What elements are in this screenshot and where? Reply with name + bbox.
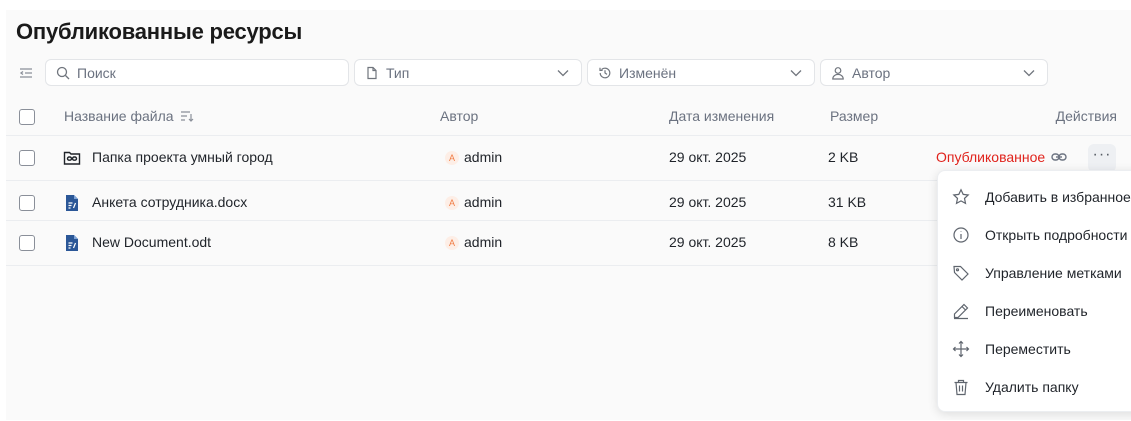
search-placeholder: Поиск xyxy=(77,64,116,81)
collapse-sidebar-icon[interactable] xyxy=(18,65,34,81)
tag-icon xyxy=(953,265,969,281)
more-actions-button[interactable]: ··· xyxy=(1088,144,1116,172)
file-size: 31 KB xyxy=(828,194,867,210)
row-checkbox[interactable] xyxy=(19,195,35,211)
document-icon xyxy=(66,235,78,251)
chevron-down-icon xyxy=(790,70,802,77)
search-icon xyxy=(56,66,70,79)
published-status[interactable]: Опубликованное xyxy=(936,149,1067,165)
search-input[interactable]: Поиск xyxy=(45,59,349,86)
file-name[interactable]: New Document.odt xyxy=(92,234,211,250)
shared-folder-icon xyxy=(63,151,81,165)
column-header-modified[interactable]: Дата изменения xyxy=(669,108,774,124)
column-header-author[interactable]: Автор xyxy=(440,108,478,124)
chevron-down-icon xyxy=(557,70,569,77)
file-size: 2 KB xyxy=(828,149,859,165)
file-icon xyxy=(367,66,377,79)
menu-item-add-favorite[interactable]: Добавить в избранное xyxy=(938,178,1131,216)
chevron-down-icon xyxy=(1023,70,1035,77)
avatar: A xyxy=(445,151,459,165)
file-name[interactable]: Папка проекта умный город xyxy=(92,149,273,165)
page: Опубликованные ресурсы Поиск Тип Изменён… xyxy=(6,10,1131,420)
author-filter-label: Автор xyxy=(852,64,891,81)
row-checkbox[interactable] xyxy=(19,235,35,251)
star-icon xyxy=(952,188,970,205)
column-name-label: Название файла xyxy=(64,108,174,124)
author-filter-dropdown[interactable]: Автор xyxy=(820,59,1048,86)
author-name: admin xyxy=(464,194,503,210)
history-icon xyxy=(599,67,611,78)
menu-item-label: Переименовать xyxy=(985,303,1088,319)
column-header-size[interactable]: Размер xyxy=(830,108,878,124)
pencil-icon xyxy=(953,303,969,320)
avatar: A xyxy=(445,196,459,210)
avatar: A xyxy=(445,236,459,250)
author-name: admin xyxy=(464,234,503,250)
modified-date: 29 окт. 2025 xyxy=(669,194,747,210)
menu-item-manage-tags[interactable]: Управление метками xyxy=(938,254,1131,292)
trash-icon xyxy=(954,379,968,396)
menu-item-move[interactable]: Переместить xyxy=(938,330,1131,368)
column-header-name[interactable]: Название файла xyxy=(64,108,194,124)
type-filter-label: Тип xyxy=(386,64,410,81)
column-header-actions: Действия xyxy=(1055,108,1117,124)
select-all-checkbox[interactable] xyxy=(19,109,35,125)
table-header: Название файла Автор Дата изменения Разм… xyxy=(6,100,1131,135)
menu-item-delete-folder[interactable]: Удалить папку xyxy=(938,368,1131,406)
modified-date: 29 окт. 2025 xyxy=(669,234,747,250)
modified-filter-dropdown[interactable]: Изменён xyxy=(587,59,815,86)
menu-item-label: Удалить папку xyxy=(985,379,1079,395)
document-icon xyxy=(66,195,78,211)
file-name[interactable]: Анкета сотрудника.docx xyxy=(92,194,247,210)
menu-item-label: Добавить в избранное xyxy=(985,189,1131,205)
link-icon xyxy=(1051,153,1067,161)
modified-filter-label: Изменён xyxy=(619,64,677,81)
type-filter-dropdown[interactable]: Тип xyxy=(354,59,582,86)
info-icon xyxy=(953,227,969,243)
context-menu: Добавить в избранное Открыть подробности… xyxy=(937,170,1131,412)
menu-item-label: Управление метками xyxy=(985,265,1122,281)
page-title: Опубликованные ресурсы xyxy=(16,19,303,44)
menu-item-label: Открыть подробности xyxy=(985,227,1128,243)
modified-date: 29 окт. 2025 xyxy=(669,149,747,165)
sort-icon[interactable] xyxy=(180,110,194,122)
filter-bar: Поиск Тип Изменён Автор xyxy=(6,59,1131,87)
move-icon xyxy=(952,340,970,358)
menu-item-label: Переместить xyxy=(985,341,1071,357)
user-icon xyxy=(832,66,844,80)
file-size: 8 KB xyxy=(828,234,859,250)
row-checkbox[interactable] xyxy=(19,150,35,166)
author-name: admin xyxy=(464,149,503,165)
menu-item-rename[interactable]: Переименовать xyxy=(938,292,1131,330)
published-label: Опубликованное xyxy=(936,149,1046,165)
menu-item-open-details[interactable]: Открыть подробности xyxy=(938,216,1131,254)
